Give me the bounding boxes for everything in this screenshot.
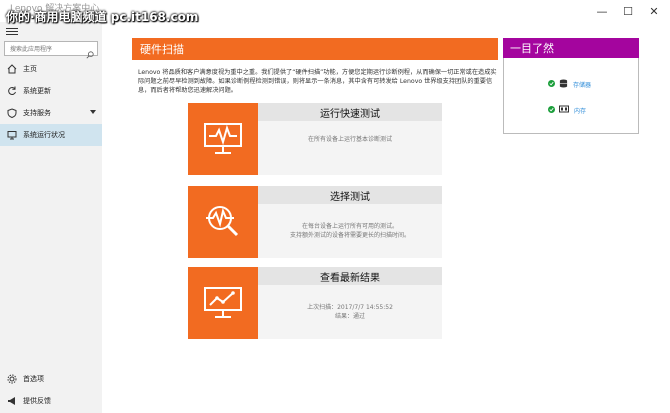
card-title: 查看最新结果 [258, 267, 442, 285]
card-subtitle: 支持额外测试的设备将需要更长的扫描时间。 [289, 232, 410, 239]
select-test-icon [188, 186, 258, 258]
sidebar-item-preferences[interactable]: 首选项 [0, 370, 102, 388]
search-placeholder: 搜索此应用程序 [10, 46, 53, 53]
hamburger-menu-icon[interactable] [6, 26, 18, 36]
quick-test-icon [188, 103, 258, 175]
latest-results-icon [188, 267, 258, 339]
sidebar-item-feedback[interactable]: 提供反馈 [0, 392, 102, 410]
gear-icon [6, 373, 18, 385]
sidebar-item-label: 系统更新 [23, 87, 51, 95]
watermark: 你的·商用电脑频道 pc.it168.com [6, 10, 199, 24]
sidebar-item-home[interactable]: 主页 [0, 58, 102, 80]
check-icon [548, 80, 555, 89]
sidebar-item-system-update[interactable]: 系统更新 [0, 80, 102, 102]
card-subtitle: 在每台设备上运行所有可用的测试。 [301, 223, 398, 230]
at-a-glance-title: 一目了然 [503, 38, 639, 58]
check-icon [548, 105, 555, 115]
storage-status-row[interactable]: 存储器 [548, 79, 591, 90]
close-button[interactable]: ✕ [640, 0, 668, 22]
storage-link[interactable]: 存储器 [573, 80, 591, 89]
shield-icon [6, 107, 18, 119]
at-a-glance-panel: 一目了然 存储器 内存 [503, 38, 639, 134]
latest-results-card[interactable]: 查看最新结果 上次扫描：2017/7/7 14:55:52 结果：通过 [188, 267, 442, 339]
megaphone-icon [6, 395, 18, 407]
refresh-icon [6, 85, 18, 97]
sidebar-item-label: 首选项 [23, 375, 44, 383]
card-title: 运行快速测试 [258, 103, 442, 121]
sidebar: 搜索此应用程序 主页 系统更新 支持服务 系统运行状况 首选项 提供反馈 [0, 22, 102, 413]
sidebar-item-system-health[interactable]: 系统运行状况 [0, 124, 102, 146]
main-content: 硬件扫描 Lenovo 将品质和客户满意度视为重中之重。我们提供了“硬件扫描”功… [102, 22, 670, 413]
page-title: 硬件扫描 [132, 38, 498, 60]
minimize-button[interactable]: — [588, 0, 616, 22]
sidebar-item-label: 主页 [23, 65, 37, 73]
sidebar-item-label: 支持服务 [23, 109, 51, 117]
hardware-scan-description: Lenovo 将品质和客户满意度视为重中之重。我们提供了“硬件扫描”功能，方便您… [138, 69, 497, 94]
storage-icon [559, 79, 568, 90]
scan-result: 结果：通过 [334, 313, 365, 320]
select-test-card[interactable]: 选择测试 在每台设备上运行所有可用的测试。 支持额外测试的设备将需要更长的扫描时… [188, 186, 442, 258]
home-icon [6, 63, 18, 75]
sidebar-item-support[interactable]: 支持服务 [0, 102, 102, 124]
chevron-down-icon[interactable] [90, 109, 96, 117]
last-scan-time: 上次扫描：2017/7/7 14:55:52 [307, 304, 393, 311]
sidebar-item-label: 系统运行状况 [23, 131, 65, 139]
quick-test-card[interactable]: 运行快速测试 在所有设备上运行基本诊断测试 [188, 103, 442, 175]
maximize-button[interactable]: ☐ [614, 0, 642, 22]
memory-icon [559, 105, 569, 115]
sidebar-item-label: 提供反馈 [23, 397, 51, 405]
card-title: 选择测试 [258, 186, 442, 204]
monitor-icon [6, 129, 18, 141]
search-input[interactable]: 搜索此应用程序 [4, 41, 98, 59]
memory-status-row[interactable]: 内存 [548, 105, 586, 115]
card-subtitle: 在所有设备上运行基本诊断测试 [307, 136, 392, 143]
memory-link[interactable]: 内存 [574, 106, 586, 115]
